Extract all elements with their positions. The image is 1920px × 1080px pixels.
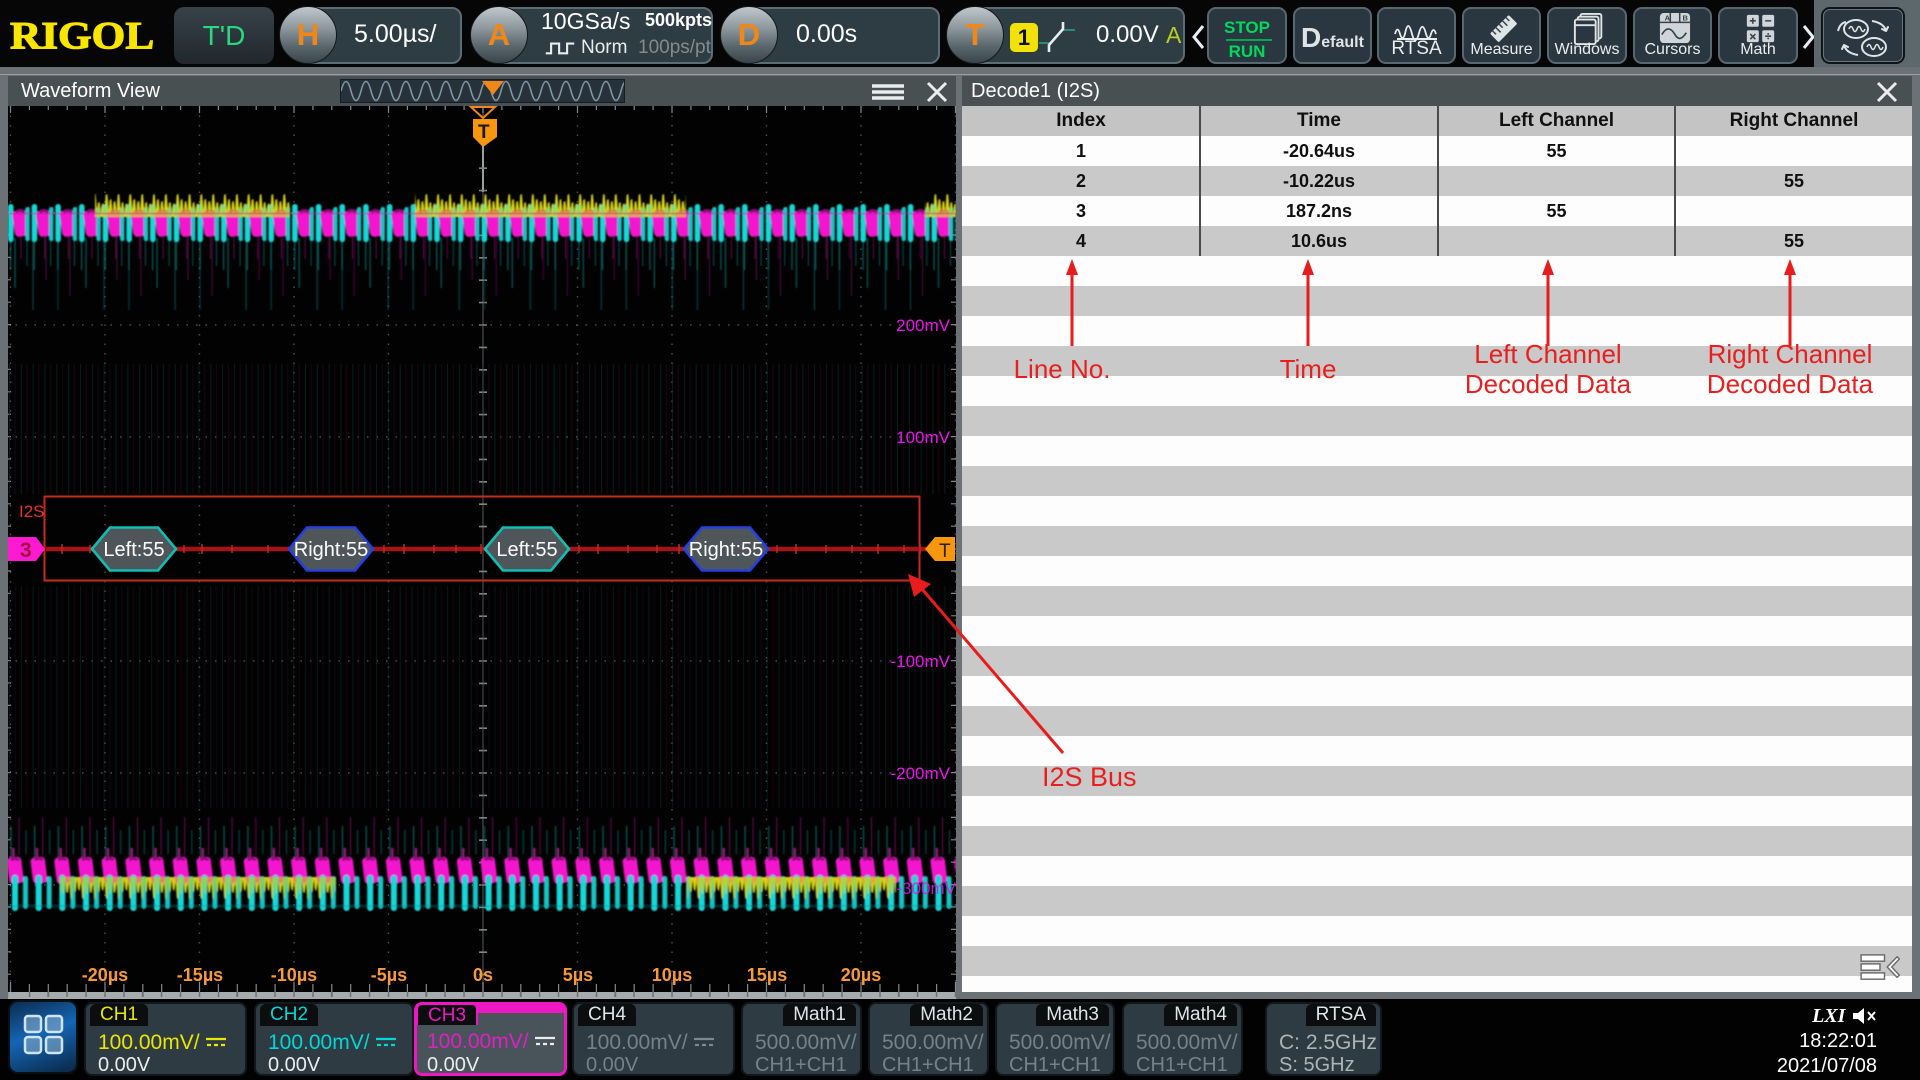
svg-text:-200mV: -200mV [890,764,950,783]
svg-text:-20µs: -20µs [82,965,128,985]
svg-text:-5µs: -5µs [371,965,407,985]
svg-text:Left:55: Left:55 [103,539,164,561]
svg-text:10µs: 10µs [652,965,692,985]
svg-text:-300mV: -300mV [896,879,956,898]
svg-text:20µs: 20µs [841,965,881,985]
svg-text:3: 3 [20,539,32,562]
svg-text:Left:55: Left:55 [496,539,557,561]
svg-text:T: T [478,122,490,143]
svg-text:100mV: 100mV [896,428,951,447]
svg-text:15µs: 15µs [747,965,787,985]
svg-text:-10µs: -10µs [271,965,317,985]
svg-text:5µs: 5µs [563,965,593,985]
svg-text:Right:55: Right:55 [689,539,764,561]
svg-text:T: T [939,541,951,562]
svg-text:A: A [1665,13,1671,22]
svg-text:0s: 0s [473,965,493,985]
svg-text:I2S: I2S [19,502,45,521]
svg-text:200mV: 200mV [896,316,951,335]
svg-text:Right:55: Right:55 [294,539,369,561]
svg-text:B: B [1683,13,1689,22]
svg-text:-100mV: -100mV [890,652,950,671]
svg-text:-15µs: -15µs [177,965,223,985]
